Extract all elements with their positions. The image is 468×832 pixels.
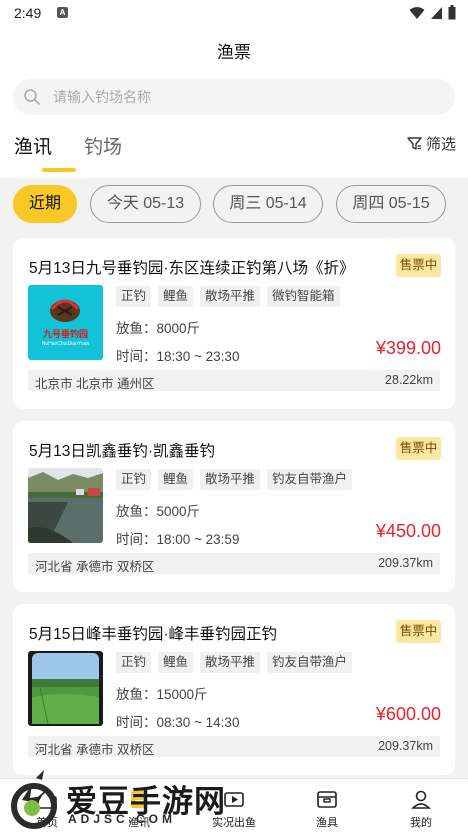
search-input[interactable] bbox=[53, 79, 433, 115]
ticket-price: ¥600.00 bbox=[375, 704, 441, 724]
tabbar-item-tackle[interactable]: 渔具 bbox=[282, 779, 372, 832]
chip-thu[interactable]: 周四 05-15 bbox=[336, 185, 446, 223]
chip-recent[interactable]: 近期 bbox=[13, 185, 77, 223]
tag: 钓友自带渔户 bbox=[267, 652, 353, 673]
address: 河北省 承德市 双桥区 bbox=[35, 743, 155, 757]
fish-amount: 放鱼：15000斤 bbox=[116, 687, 208, 702]
tag: 散场平推 bbox=[200, 469, 261, 490]
status-badge: 售票中 bbox=[396, 437, 441, 460]
tag: 鲤鱼 bbox=[158, 469, 194, 490]
location-bar: 河北省 承德市 双桥区 209.37km bbox=[28, 553, 440, 574]
ticket-price: ¥399.00 bbox=[375, 338, 441, 358]
watermark: 爱豆手游网 ADJSC.COM bbox=[8, 770, 248, 832]
distance: 28.22km bbox=[385, 373, 433, 387]
location-bar: 北京市 北京市 通州区 28.22km bbox=[28, 370, 440, 391]
top-area: 渔票 渔讯 钓场 筛选 bbox=[0, 26, 468, 178]
watermark-url: ADJSC.COM bbox=[68, 812, 177, 826]
date-chips: 近期 今天 05-13 周三 05-14 周四 05-15 bbox=[0, 185, 468, 225]
card-title: 5月13日九号垂钓园·东区连续正钓第八场《折》 bbox=[29, 260, 355, 277]
event-time: 时间：18:00 ~ 23:59 bbox=[116, 532, 240, 547]
chip-wed[interactable]: 周三 05-14 bbox=[213, 185, 323, 223]
watermark-logo-icon bbox=[11, 770, 57, 829]
tag: 散场平推 bbox=[200, 652, 261, 673]
status-time: 2:49 bbox=[14, 5, 42, 21]
pond-photo-graphic bbox=[28, 468, 103, 543]
address: 北京市 北京市 通州区 bbox=[35, 377, 155, 391]
distance: 209.37km bbox=[378, 739, 433, 753]
venue-logo-name: 九号垂钓园 bbox=[42, 329, 88, 339]
user-icon bbox=[411, 790, 431, 809]
venue-logo-image: 九号垂钓园 NuHaoChuiDiaoYuan bbox=[28, 285, 103, 360]
tag: 微钓智能箱 bbox=[267, 286, 340, 307]
pond-photo-graphic bbox=[28, 651, 103, 726]
tag: 散场平推 bbox=[200, 286, 261, 307]
gear-box-icon bbox=[317, 791, 337, 808]
battery-icon bbox=[448, 5, 456, 20]
page-title: 渔票 bbox=[217, 43, 251, 62]
tag: 鲤鱼 bbox=[158, 652, 194, 673]
tag-list: 正钓 鲤鱼 散场平推 微钓智能箱 bbox=[116, 286, 340, 307]
venue-photo bbox=[28, 468, 103, 543]
fish-amount: 放鱼：5000斤 bbox=[116, 504, 201, 519]
tag: 正钓 bbox=[116, 286, 152, 307]
tag: 鲤鱼 bbox=[158, 286, 194, 307]
event-time: 时间：08:30 ~ 14:30 bbox=[116, 715, 240, 730]
event-card[interactable]: 5月13日九号垂钓园·东区连续正钓第八场《折》 售票中 九号垂钓园 NuHaoC… bbox=[13, 238, 455, 409]
event-card[interactable]: 5月15日峰丰垂钓园·峰丰垂钓园正钓 售票中 正钓 鲤鱼 散场平推 钓友自带渔户… bbox=[13, 604, 455, 775]
chip-today[interactable]: 今天 05-13 bbox=[90, 185, 201, 223]
notification-icon: A bbox=[57, 7, 68, 18]
tag: 钓友自带渔户 bbox=[267, 469, 353, 490]
tabbar-label: 渔具 bbox=[316, 817, 338, 829]
event-time: 时间：18:30 ~ 23:30 bbox=[116, 349, 240, 364]
tag-list: 正钓 鲤鱼 散场平推 钓友自带渔户 bbox=[116, 469, 353, 490]
tab-fishing-news[interactable]: 渔讯 bbox=[14, 132, 52, 159]
tag: 正钓 bbox=[116, 652, 152, 673]
search-icon bbox=[24, 89, 40, 105]
status-badge: 售票中 bbox=[396, 620, 441, 643]
fish-amount: 放鱼：8000斤 bbox=[116, 321, 201, 336]
status-bar: 2:49 A bbox=[0, 0, 468, 26]
event-card[interactable]: 5月13日凯鑫垂钓·凯鑫垂钓 售票中 正钓 鲤鱼 散场平推 钓友自带渔户 放鱼：… bbox=[13, 421, 455, 592]
ticket-price: ¥450.00 bbox=[375, 521, 441, 541]
tabbar-item-profile[interactable]: 我的 bbox=[376, 779, 466, 832]
search-bar[interactable] bbox=[13, 79, 455, 115]
tab-active-indicator bbox=[42, 168, 76, 172]
wifi-icon bbox=[409, 6, 425, 19]
card-title: 5月13日凯鑫垂钓·凯鑫垂钓 bbox=[29, 443, 216, 460]
tag-list: 正钓 鲤鱼 散场平推 钓友自带渔户 bbox=[116, 652, 353, 673]
filter-label: 筛选 bbox=[425, 136, 456, 153]
filter-icon bbox=[407, 137, 422, 150]
tab-fishing-spots[interactable]: 钓场 bbox=[84, 132, 122, 159]
card-title: 5月15日峰丰垂钓园·峰丰垂钓园正钓 bbox=[29, 626, 278, 643]
signal-icon bbox=[431, 6, 442, 19]
venue-logo-subtext: NuHaoChuiDiaoYuan bbox=[41, 341, 90, 347]
venue-logo-graphic bbox=[50, 299, 80, 322]
address: 河北省 承德市 双桥区 bbox=[35, 560, 155, 574]
tag: 正钓 bbox=[116, 469, 152, 490]
filter-button[interactable]: 筛选 bbox=[407, 133, 456, 154]
distance: 209.37km bbox=[378, 556, 433, 570]
status-badge: 售票中 bbox=[396, 254, 441, 277]
tabbar-label: 我的 bbox=[410, 817, 432, 829]
venue-photo bbox=[28, 651, 103, 726]
status-icons bbox=[409, 5, 456, 20]
location-bar: 河北省 承德市 双桥区 209.37km bbox=[28, 736, 440, 757]
